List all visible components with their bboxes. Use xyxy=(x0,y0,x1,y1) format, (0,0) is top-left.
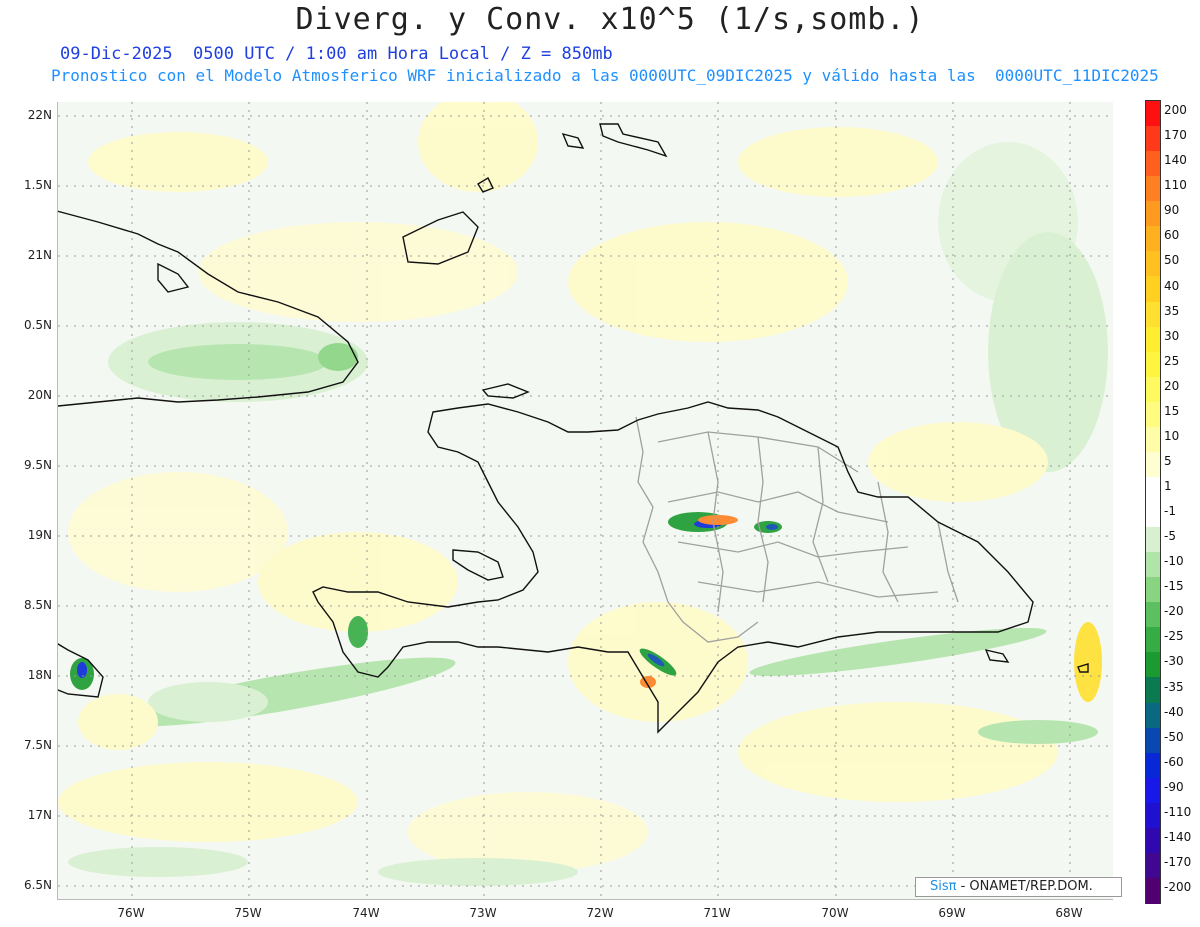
color-scale-label: -20 xyxy=(1164,604,1184,619)
color-scale-label: 90 xyxy=(1164,203,1180,218)
credit-box: Sisπ - ONAMET/REP.DOM. xyxy=(915,877,1122,897)
lat-label: 17N xyxy=(27,808,52,822)
color-scale-label: 30 xyxy=(1164,328,1180,343)
color-scale-cell xyxy=(1146,126,1160,152)
lon-label: 75W xyxy=(234,906,262,920)
lat-label: 6.5N xyxy=(23,878,52,892)
lon-label: 68W xyxy=(1055,906,1083,920)
color-scale-cell xyxy=(1146,151,1160,177)
color-scale-label: -90 xyxy=(1164,779,1184,794)
color-scale-cell xyxy=(1146,602,1160,628)
lat-label: 9.5N xyxy=(23,458,52,472)
color-scale-cell xyxy=(1146,702,1160,729)
color-scale-cell xyxy=(1146,351,1160,378)
color-scale-label: -10 xyxy=(1164,554,1184,569)
lat-label: 20N xyxy=(27,388,52,402)
color-scale-cell xyxy=(1146,727,1160,754)
color-scale-cell xyxy=(1146,777,1160,804)
color-scale-label: 140 xyxy=(1164,153,1187,168)
color-scale-cell xyxy=(1146,201,1160,227)
color-scale-cell xyxy=(1146,276,1160,302)
color-scale-cell xyxy=(1146,852,1160,879)
color-scale-label: -25 xyxy=(1164,629,1184,644)
color-scale-cell xyxy=(1146,527,1160,553)
lon-label: 71W xyxy=(703,906,731,920)
lon-label: 72W xyxy=(586,906,614,920)
color-scale-cell xyxy=(1146,251,1160,277)
lat-label: 8.5N xyxy=(23,598,52,612)
color-scale-label: -30 xyxy=(1164,654,1184,669)
color-scale-label: -200 xyxy=(1164,880,1192,894)
map-title: Diverg. y Conv. x10^5 (1/s,somb.) xyxy=(295,2,925,37)
lat-label: 0.5N xyxy=(23,318,52,332)
color-scale-label: -140 xyxy=(1164,829,1192,844)
color-scale-label: -170 xyxy=(1164,854,1192,869)
color-scale-label: -60 xyxy=(1164,754,1184,769)
color-scale-cell xyxy=(1146,627,1160,653)
color-scale-cell xyxy=(1146,326,1160,353)
color-scale-label: 50 xyxy=(1164,253,1180,268)
color-scale-cell xyxy=(1146,401,1160,428)
model-info: Pronostico con el Modelo Atmosferico WRF… xyxy=(51,66,1159,85)
color-scale-label: -50 xyxy=(1164,729,1184,744)
color-scale-label: 170 xyxy=(1164,128,1187,143)
color-scale-cell xyxy=(1146,677,1160,703)
color-scale-label: 10 xyxy=(1164,428,1180,443)
field-shading xyxy=(58,102,1108,886)
color-scale-label: 200 xyxy=(1164,103,1187,118)
color-scale-cell xyxy=(1146,476,1160,503)
color-scale-label: 110 xyxy=(1164,178,1187,193)
lat-label: 19N xyxy=(27,528,52,542)
color-scale-cell xyxy=(1146,502,1160,528)
sispi-logo: Sisπ xyxy=(930,879,957,894)
lon-label: 69W xyxy=(938,906,966,920)
color-scale-cell xyxy=(1146,877,1160,904)
color-scale-cell xyxy=(1146,301,1160,328)
lat-label: 22N xyxy=(27,108,52,122)
credit-text: - ONAMET/REP.DOM. xyxy=(960,879,1093,894)
lon-label: 73W xyxy=(469,906,497,920)
lat-label: 7.5N xyxy=(23,738,52,752)
color-scale-label: -110 xyxy=(1164,804,1192,819)
color-scale-cell xyxy=(1146,376,1160,403)
color-scale-label: 40 xyxy=(1164,278,1180,293)
lat-label: 21N xyxy=(27,248,52,262)
map-panel[interactable] xyxy=(57,102,1113,900)
lat-label: 18N xyxy=(27,668,52,682)
lon-label: 74W xyxy=(352,906,380,920)
color-scale-cell xyxy=(1146,752,1160,779)
color-scale-cell xyxy=(1146,827,1160,854)
divergence-map xyxy=(58,102,1113,899)
color-scale-label: 5 xyxy=(1164,453,1172,468)
lon-label: 70W xyxy=(821,906,849,920)
color-scale-label: 35 xyxy=(1164,303,1180,318)
color-scale-bar xyxy=(1145,100,1161,904)
color-scale-cell xyxy=(1146,652,1160,678)
color-scale-label: -5 xyxy=(1164,529,1176,544)
lon-label: 76W xyxy=(117,906,145,920)
color-scale-label: 20 xyxy=(1164,378,1180,393)
color-scale-cell xyxy=(1146,226,1160,252)
color-scale-cell xyxy=(1146,426,1160,453)
color-scale-label: 25 xyxy=(1164,353,1180,368)
color-scale-label: 60 xyxy=(1164,228,1180,243)
color-scale-label: -1 xyxy=(1164,504,1176,519)
color-scale-cell xyxy=(1146,101,1160,127)
lat-label: 1.5N xyxy=(23,178,52,192)
color-scale-cell xyxy=(1146,176,1160,202)
color-scale-label: 15 xyxy=(1164,403,1180,418)
color-scale-label: -15 xyxy=(1164,579,1184,594)
color-scale-label: -35 xyxy=(1164,679,1184,694)
color-scale-cell xyxy=(1146,451,1160,478)
color-scale-label: -40 xyxy=(1164,704,1184,719)
color-scale-label: 1 xyxy=(1164,479,1172,493)
color-scale-cell xyxy=(1146,802,1160,829)
forecast-time: 09-Dic-2025 0500 UTC / 1:00 am Hora Loca… xyxy=(60,44,613,64)
color-scale-cell xyxy=(1146,577,1160,603)
color-scale-cell xyxy=(1146,552,1160,578)
